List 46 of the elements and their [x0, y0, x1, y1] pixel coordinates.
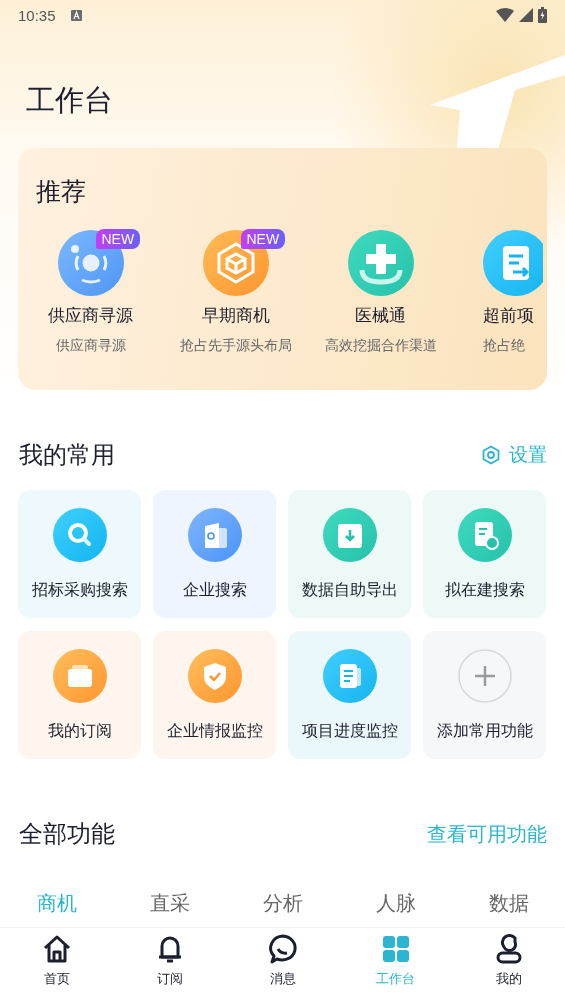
feature-name[interactable]: 医械通	[355, 304, 406, 326]
feature-tile[interactable]: 数据自助导出	[288, 490, 411, 618]
nav-item[interactable]: 我的	[452, 928, 565, 1004]
section-title: 我的常用	[19, 440, 115, 471]
feature-name[interactable]: 供应商寻源	[48, 304, 133, 326]
category-tab[interactable]: 数据	[452, 889, 565, 917]
shield-check-icon	[187, 649, 242, 703]
status-time: 10:35	[18, 6, 56, 24]
feature-tile[interactable]: 项目进度监控	[288, 631, 411, 759]
envelope-icon	[52, 649, 107, 703]
feature-tile[interactable]: 企业情报监控	[153, 631, 276, 759]
feature-subtitle: 抢占绝	[483, 336, 525, 354]
medical-cross-icon[interactable]	[347, 230, 414, 296]
nav-item[interactable]: 订阅	[113, 928, 226, 1004]
document-icon	[322, 649, 377, 703]
keyboard-icon	[70, 9, 82, 21]
category-tab[interactable]: 直采	[113, 889, 226, 917]
plus-icon	[457, 649, 512, 703]
new-badge: NEW	[240, 229, 286, 249]
category-tab[interactable]: 分析	[226, 889, 339, 917]
feature-tile[interactable]: 招标采购搜索	[18, 490, 141, 618]
feature-tile[interactable]: 企业搜索	[153, 490, 276, 618]
nav-item[interactable]: 消息	[226, 928, 339, 1004]
category-tab[interactable]: 人脉	[339, 889, 452, 917]
signal-icon	[519, 8, 533, 22]
feature-subtitle: 抢占先手源头布局	[179, 336, 292, 354]
document-search-icon	[187, 508, 242, 562]
feature-tile[interactable]: 我的订阅	[18, 631, 141, 759]
document-arrow-icon[interactable]	[483, 230, 543, 296]
page-title: 工作台	[26, 82, 114, 119]
feature-name[interactable]: 超前项	[483, 304, 534, 326]
search-icon	[52, 508, 107, 562]
wifi-icon	[496, 8, 514, 22]
nav-item[interactable]: 首页	[0, 928, 113, 1004]
document-search-icon	[457, 508, 512, 562]
section-title: 推荐	[36, 176, 86, 208]
folder-download-icon	[322, 508, 377, 562]
feature-subtitle: 供应商寻源	[55, 336, 126, 354]
feature-name[interactable]: 早期商机	[201, 304, 270, 326]
battery-icon	[538, 7, 547, 23]
feature-tile[interactable]: 添加常用功能	[423, 631, 546, 759]
section-title: 全部功能	[19, 819, 115, 850]
new-badge: NEW	[95, 229, 141, 249]
feature-subtitle: 高效挖掘合作渠道	[324, 336, 437, 354]
feature-tile[interactable]: 拟在建搜索	[423, 490, 546, 618]
settings-icon	[481, 445, 501, 465]
